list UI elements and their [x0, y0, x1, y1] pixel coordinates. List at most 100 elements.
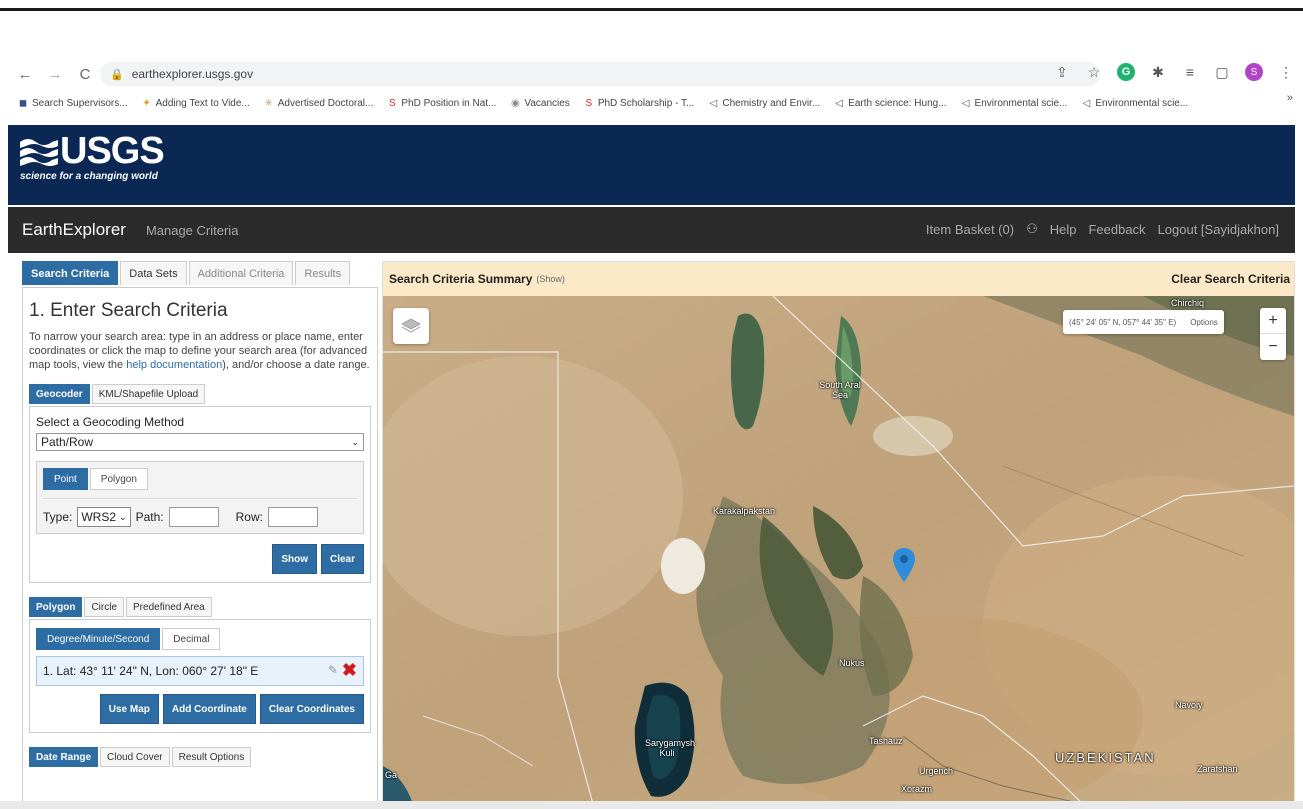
delete-icon[interactable]: ✖	[342, 661, 357, 679]
bookmark-label: Environmental scie...	[974, 97, 1068, 109]
step-title: 1. Enter Search Criteria	[29, 300, 228, 321]
geocoder-tabs: Geocoder KML/Shapefile Upload	[29, 384, 371, 406]
forward-icon[interactable]: →	[44, 63, 66, 85]
row-label: Row:	[235, 510, 263, 524]
map-canvas[interactable]: South Aral Sea Karakalpakstan Nukus Sary…	[383, 296, 1294, 804]
user-profile-icon[interactable]: ⚇	[1026, 221, 1038, 237]
main-tabs: Search Criteria Data Sets Additional Cri…	[22, 261, 378, 287]
reading-list-icon[interactable]: ≡	[1181, 63, 1199, 81]
bookmark-item[interactable]: ✦ Adding Text to Vide...	[142, 98, 258, 109]
type-select[interactable]: WRS2 ⌄	[77, 507, 131, 527]
tab-date-range[interactable]: Date Range	[29, 747, 99, 767]
extensions-icon[interactable]: ✱	[1149, 63, 1167, 81]
bookmark-send-icon: ◁	[835, 97, 843, 109]
address-row: ← → C 🔒 earthexplorer.usgs.gov ⇪ ☆ G ✱ ≡…	[0, 60, 1303, 88]
clear-search-criteria-link[interactable]: Clear Search Criteria	[1171, 272, 1290, 286]
bookmark-item[interactable]: S PhD Position in Nat...	[387, 98, 504, 109]
use-map-button[interactable]: Use Map	[99, 694, 159, 724]
tab-results[interactable]: Results	[295, 261, 351, 285]
location-pin-icon[interactable]	[893, 548, 915, 584]
bookmark-label: Environmental scie...	[1095, 97, 1189, 109]
geocoding-method-select[interactable]: Path/Row ⌄	[36, 433, 364, 451]
tab-polygon-geo[interactable]: Polygon	[89, 468, 148, 490]
help-documentation-link[interactable]: help documentation	[126, 359, 222, 371]
tab-dms[interactable]: Degree/Minute/Second	[36, 628, 161, 650]
bookmark-send-icon: ◁	[709, 97, 718, 109]
profile-avatar[interactable]: S	[1245, 63, 1263, 81]
tab-cloud-cover[interactable]: Cloud Cover	[100, 747, 170, 767]
map-coordinates-box: (45° 24' 05" N, 057° 44' 35" E) Options	[1063, 310, 1224, 334]
share-icon[interactable]: ⇪	[1053, 63, 1071, 81]
tab-data-sets[interactable]: Data Sets	[120, 261, 187, 285]
criteria-summary-bar: Search Criteria Summary (Show) Clear Sea…	[383, 262, 1294, 296]
bookmark-item[interactable]: ◁ Environmental scie...	[961, 98, 1076, 109]
bookmark-item[interactable]: ◼ Search Supervisors...	[18, 98, 136, 109]
back-icon[interactable]: ←	[14, 63, 36, 85]
bookmark-sparkle-icon: ✳	[264, 97, 273, 109]
bookmark-item[interactable]: ◁ Earth science: Hung...	[834, 98, 954, 109]
path-label: Path:	[135, 510, 164, 524]
row-input[interactable]	[267, 507, 318, 527]
bookmark-item[interactable]: S PhD Scholarship - T...	[584, 98, 703, 109]
app-brand[interactable]: EarthExplorer	[22, 220, 126, 240]
bookmark-item[interactable]: ◁ Chemistry and Envir...	[708, 98, 828, 109]
manage-criteria-link[interactable]: Manage Criteria	[146, 223, 239, 238]
tab-result-options[interactable]: Result Options	[171, 747, 252, 767]
bookmark-label: Advertised Doctoral...	[277, 97, 374, 109]
bookmark-label: PhD Position in Nat...	[401, 97, 497, 109]
menu-kebab-icon[interactable]: ⋮	[1277, 63, 1295, 81]
tab-polygon[interactable]: Polygon	[29, 597, 83, 617]
tab-point[interactable]: Point	[43, 468, 88, 490]
bookmark-globe-icon: ◉	[511, 97, 520, 109]
bookmark-s-icon: S	[389, 97, 396, 109]
help-link[interactable]: Help	[1050, 222, 1077, 237]
map-label-nukus: Nukus	[839, 658, 865, 668]
coordinate-entry[interactable]: 1. Lat: 43° 11' 24" N, Lon: 060° 27' 18"…	[36, 656, 364, 686]
search-panel: Search Criteria Data Sets Additional Cri…	[22, 261, 378, 807]
bookmark-item[interactable]: ✳ Advertised Doctoral...	[264, 98, 382, 109]
edit-icon[interactable]: ✎	[328, 663, 338, 677]
usgs-logo[interactable]: USGS science for a changing world	[20, 132, 165, 182]
clear-button[interactable]: Clear	[320, 544, 364, 574]
tab-additional-criteria[interactable]: Additional Criteria	[188, 261, 294, 285]
criteria-summary-title: Search Criteria Summary	[389, 272, 533, 286]
shape-tabs: Polygon Circle Predefined Area	[29, 597, 371, 619]
bookmark-label: Adding Text to Vide...	[155, 97, 250, 109]
bookmarks-overflow-icon[interactable]: »	[1287, 92, 1293, 104]
grammarly-icon[interactable]: G	[1117, 63, 1135, 81]
bookmark-item[interactable]: ◉ Vacancies	[510, 98, 577, 109]
map-label-navoiy: Navoiy	[1175, 700, 1203, 710]
zoom-out-button[interactable]: −	[1260, 334, 1286, 360]
geocoding-method-label: Select a Geocoding Method	[36, 415, 185, 429]
tab-geocoder[interactable]: Geocoder	[29, 384, 90, 404]
star-icon[interactable]: ☆	[1085, 63, 1103, 81]
side-panel-icon[interactable]: ▢	[1213, 63, 1231, 81]
bookmark-s-icon: S	[585, 97, 593, 109]
tab-decimal[interactable]: Decimal	[162, 628, 221, 650]
tab-search-criteria[interactable]: Search Criteria	[22, 261, 119, 285]
tab-kml-upload[interactable]: KML/Shapefile Upload	[91, 384, 206, 404]
map-label-urgench: Urgench	[919, 766, 954, 776]
map-options-button[interactable]: Options	[1190, 318, 1218, 327]
tab-circle[interactable]: Circle	[84, 597, 125, 617]
reload-icon[interactable]: C	[74, 63, 96, 85]
horizontal-scrollbar[interactable]	[0, 801, 1303, 809]
show-button[interactable]: Show	[272, 544, 317, 574]
item-basket-link[interactable]: Item Basket (0)	[926, 222, 1014, 237]
url-bar[interactable]: 🔒 earthexplorer.usgs.gov	[100, 62, 1100, 86]
map-label-xorazm: Xorazm	[901, 784, 933, 794]
layers-button[interactable]	[393, 308, 429, 344]
bookmark-label: Chemistry and Envir...	[722, 97, 821, 109]
logout-link[interactable]: Logout [Sayidjakhon]	[1158, 222, 1279, 237]
zoom-control: + −	[1260, 308, 1286, 360]
satellite-map	[383, 296, 1294, 804]
feedback-link[interactable]: Feedback	[1088, 222, 1145, 237]
add-coordinate-button[interactable]: Add Coordinate	[162, 694, 256, 724]
tab-predefined-area[interactable]: Predefined Area	[126, 597, 212, 617]
map-label-left-edge: Ga	[385, 770, 398, 780]
zoom-in-button[interactable]: +	[1260, 308, 1286, 334]
bookmark-item[interactable]: ◁ Environmental scie...	[1081, 98, 1196, 109]
path-input[interactable]	[168, 507, 219, 527]
criteria-summary-show[interactable]: (Show)	[536, 274, 565, 284]
clear-coordinates-button[interactable]: Clear Coordinates	[259, 694, 364, 724]
